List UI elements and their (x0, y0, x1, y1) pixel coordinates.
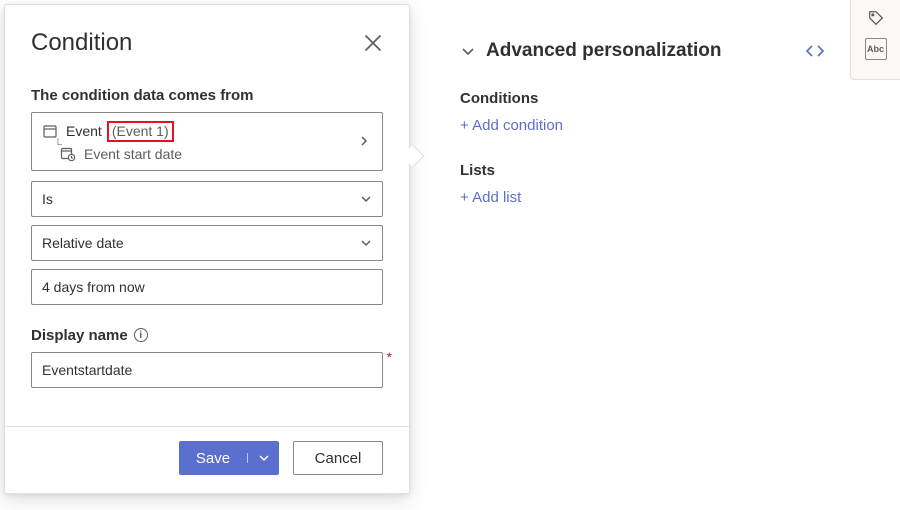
panel-title: Condition (31, 29, 132, 57)
add-list-link[interactable]: + Add list (460, 189, 826, 206)
calendar-icon (42, 123, 58, 139)
source-attribute-label: Event start date (84, 146, 182, 162)
save-split-button[interactable] (247, 453, 279, 463)
personalization-title: Advanced personalization (486, 40, 721, 62)
save-button-label: Save (179, 450, 247, 467)
code-icon[interactable] (804, 40, 826, 62)
source-event-instance: (Event 1) (107, 121, 174, 142)
lists-section-label: Lists (460, 162, 826, 179)
add-condition-link[interactable]: + Add condition (460, 117, 826, 134)
required-indicator: * (387, 349, 392, 365)
chevron-down-icon (360, 193, 372, 205)
info-icon[interactable]: i (134, 328, 148, 342)
comparison-type-value: Relative date (42, 235, 124, 251)
data-source-picker[interactable]: Event (Event 1) └ Event start date (31, 112, 383, 171)
advanced-personalization-panel: Advanced personalization Conditions + Ad… (436, 0, 850, 258)
chevron-down-icon (360, 237, 372, 249)
comparison-type-select[interactable]: Relative date (31, 225, 383, 261)
close-button[interactable] (363, 33, 383, 53)
abc-icon[interactable]: Abc (865, 38, 887, 60)
operator-select[interactable]: Is (31, 181, 383, 217)
relative-date-text: 4 days from now (42, 279, 145, 295)
tag-icon[interactable] (866, 8, 886, 28)
chevron-down-icon (460, 43, 476, 59)
calendar-clock-icon (60, 146, 76, 162)
condition-panel: Condition The condition data comes from … (4, 4, 410, 494)
right-toolbar: Abc (850, 0, 900, 80)
save-button[interactable]: Save (179, 441, 279, 475)
operator-value: Is (42, 191, 53, 207)
data-source-label: The condition data comes from (31, 87, 383, 104)
display-name-input[interactable]: Eventstartdate * (31, 352, 383, 388)
tree-branch-icon: └ (54, 139, 62, 151)
cancel-button[interactable]: Cancel (293, 441, 383, 475)
personalization-header-toggle[interactable]: Advanced personalization (460, 40, 721, 62)
conditions-section-label: Conditions (460, 90, 826, 107)
panel-footer: Save Cancel (5, 426, 409, 493)
display-name-label: Display name i (31, 327, 383, 344)
display-name-value: Eventstartdate (42, 362, 132, 378)
chevron-right-icon (358, 135, 370, 147)
relative-date-value[interactable]: 4 days from now (31, 269, 383, 305)
source-event-label: Event (66, 123, 102, 139)
